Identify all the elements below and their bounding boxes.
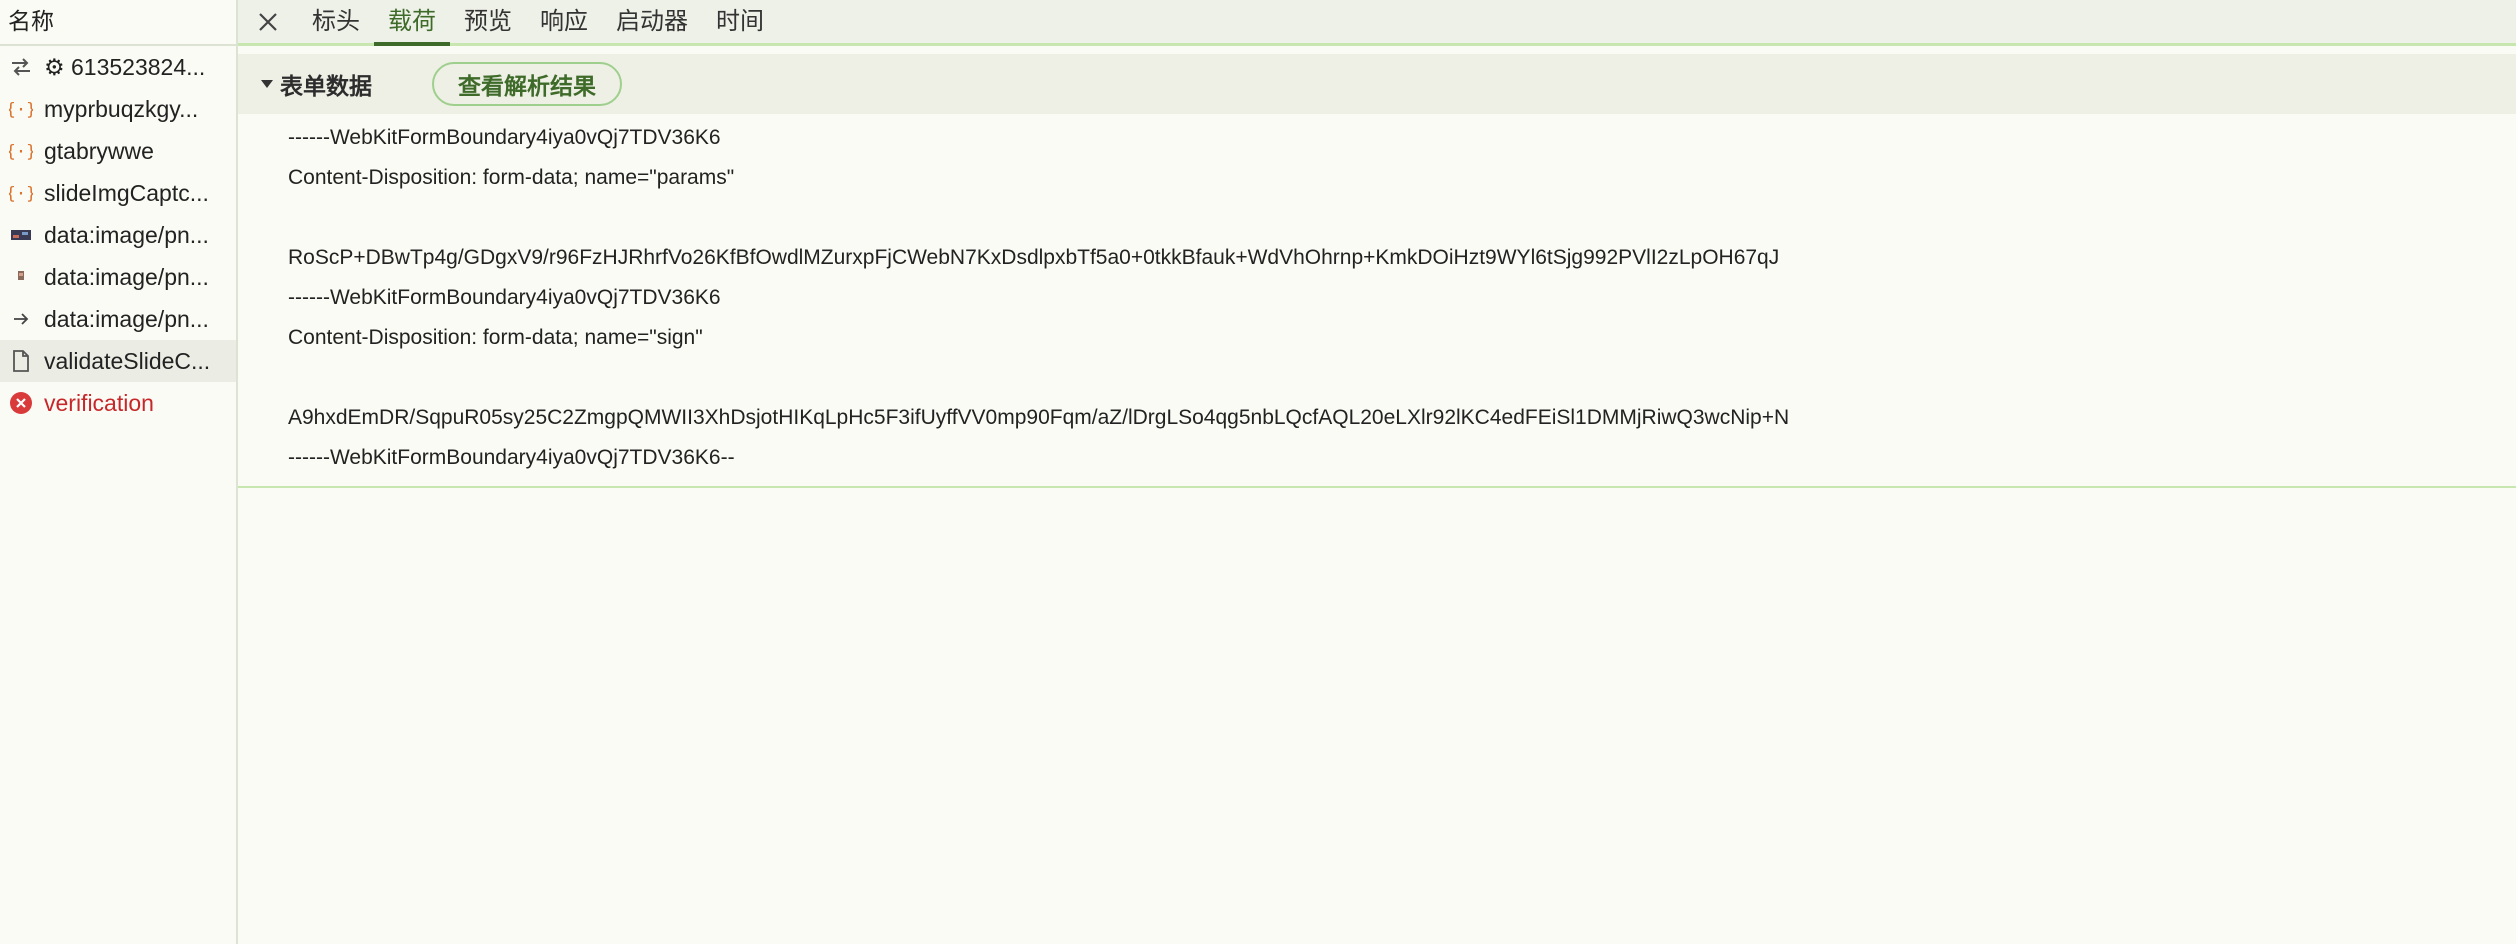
close-icon [259, 12, 277, 31]
payload-line: ------WebKitFormBoundary4iya0vQj7TDV36K6 [288, 286, 721, 309]
request-row[interactable]: data:image/pn... [0, 214, 236, 256]
exchange-arrows-icon [8, 54, 34, 80]
payload-line: Content-Disposition: form-data; name="pa… [288, 166, 735, 189]
image-thumbnail-icon [8, 222, 34, 248]
request-row[interactable]: data:image/pn... [0, 298, 236, 340]
request-name: slideImgCaptc... [44, 179, 209, 206]
request-name: myprbuqzkgy... [44, 95, 199, 122]
request-name: data:image/pn... [44, 305, 209, 332]
request-name: data:image/pn... [44, 221, 209, 248]
request-row[interactable]: ⚙ 613523824... [0, 46, 236, 88]
name-column-header[interactable]: 名称 [0, 0, 236, 46]
form-data-toggle[interactable]: 表单数据 [260, 67, 372, 101]
request-name: verification [44, 389, 154, 416]
svg-text:{·}: {·} [9, 184, 33, 204]
payload-line [288, 198, 2516, 238]
request-name: ⚙ 613523824... [44, 53, 206, 80]
svg-text:{·}: {·} [9, 142, 33, 162]
detail-tab-bar: 标头 载荷 预览 响应 启动器 时间 [238, 0, 2516, 46]
tab-headers[interactable]: 标头 [298, 0, 374, 43]
triangle-down-icon [261, 80, 273, 88]
close-button[interactable] [238, 0, 298, 43]
arrow-right-icon [8, 306, 34, 332]
request-row[interactable]: {·} myprbuqzkgy... [0, 88, 236, 130]
image-small-icon [8, 264, 34, 290]
view-parsed-button[interactable]: 查看解析结果 [432, 62, 622, 106]
tab-payload[interactable]: 载荷 [374, 0, 450, 46]
form-data-body: ------WebKitFormBoundary4iya0vQj7TDV36K6… [238, 114, 2516, 488]
payload-line: A9hxdEmDR/SqpuR05sy25C2ZmgpQMWII3XhDsjot… [288, 406, 1790, 429]
tab-preview[interactable]: 预览 [450, 0, 526, 43]
document-icon [8, 348, 34, 374]
form-data-section-header: 表单数据 查看解析结果 [238, 54, 2516, 114]
json-braces-icon: {·} [8, 180, 34, 206]
error-circle-icon [8, 390, 34, 416]
request-name: gtabrywwe [44, 137, 154, 164]
request-name: data:image/pn... [44, 263, 209, 290]
section-title: 表单数据 [280, 73, 372, 99]
json-braces-icon: {·} [8, 138, 34, 164]
payload-panel: 表单数据 查看解析结果 ------WebKitFormBoundary4iya… [238, 54, 2516, 488]
payload-line [288, 358, 2516, 398]
payload-line: ------WebKitFormBoundary4iya0vQj7TDV36K6 [288, 126, 721, 149]
tab-initiator[interactable]: 启动器 [602, 0, 702, 43]
payload-line: ------WebKitFormBoundary4iya0vQj7TDV36K6… [288, 446, 735, 469]
json-braces-icon: {·} [8, 96, 34, 122]
request-row[interactable]: {·} gtabrywwe [0, 130, 236, 172]
payload-line: Content-Disposition: form-data; name="si… [288, 326, 703, 349]
request-row[interactable]: {·} slideImgCaptc... [0, 172, 236, 214]
request-row-selected[interactable]: validateSlideC... [0, 340, 236, 382]
tab-timing[interactable]: 时间 [702, 0, 778, 43]
request-row-error[interactable]: verification [0, 382, 236, 424]
request-row[interactable]: data:image/pn... [0, 256, 236, 298]
tab-response[interactable]: 响应 [526, 0, 602, 43]
request-list-panel: 名称 ⚙ 613523824... {·} myprbuqzkgy... {·}… [0, 0, 238, 944]
payload-line: RoScP+DBwTp4g/GDgxV9/r96FzHJRhrfVo26KfBf… [288, 246, 1780, 269]
request-name: validateSlideC... [44, 347, 211, 374]
svg-text:{·}: {·} [9, 100, 33, 120]
